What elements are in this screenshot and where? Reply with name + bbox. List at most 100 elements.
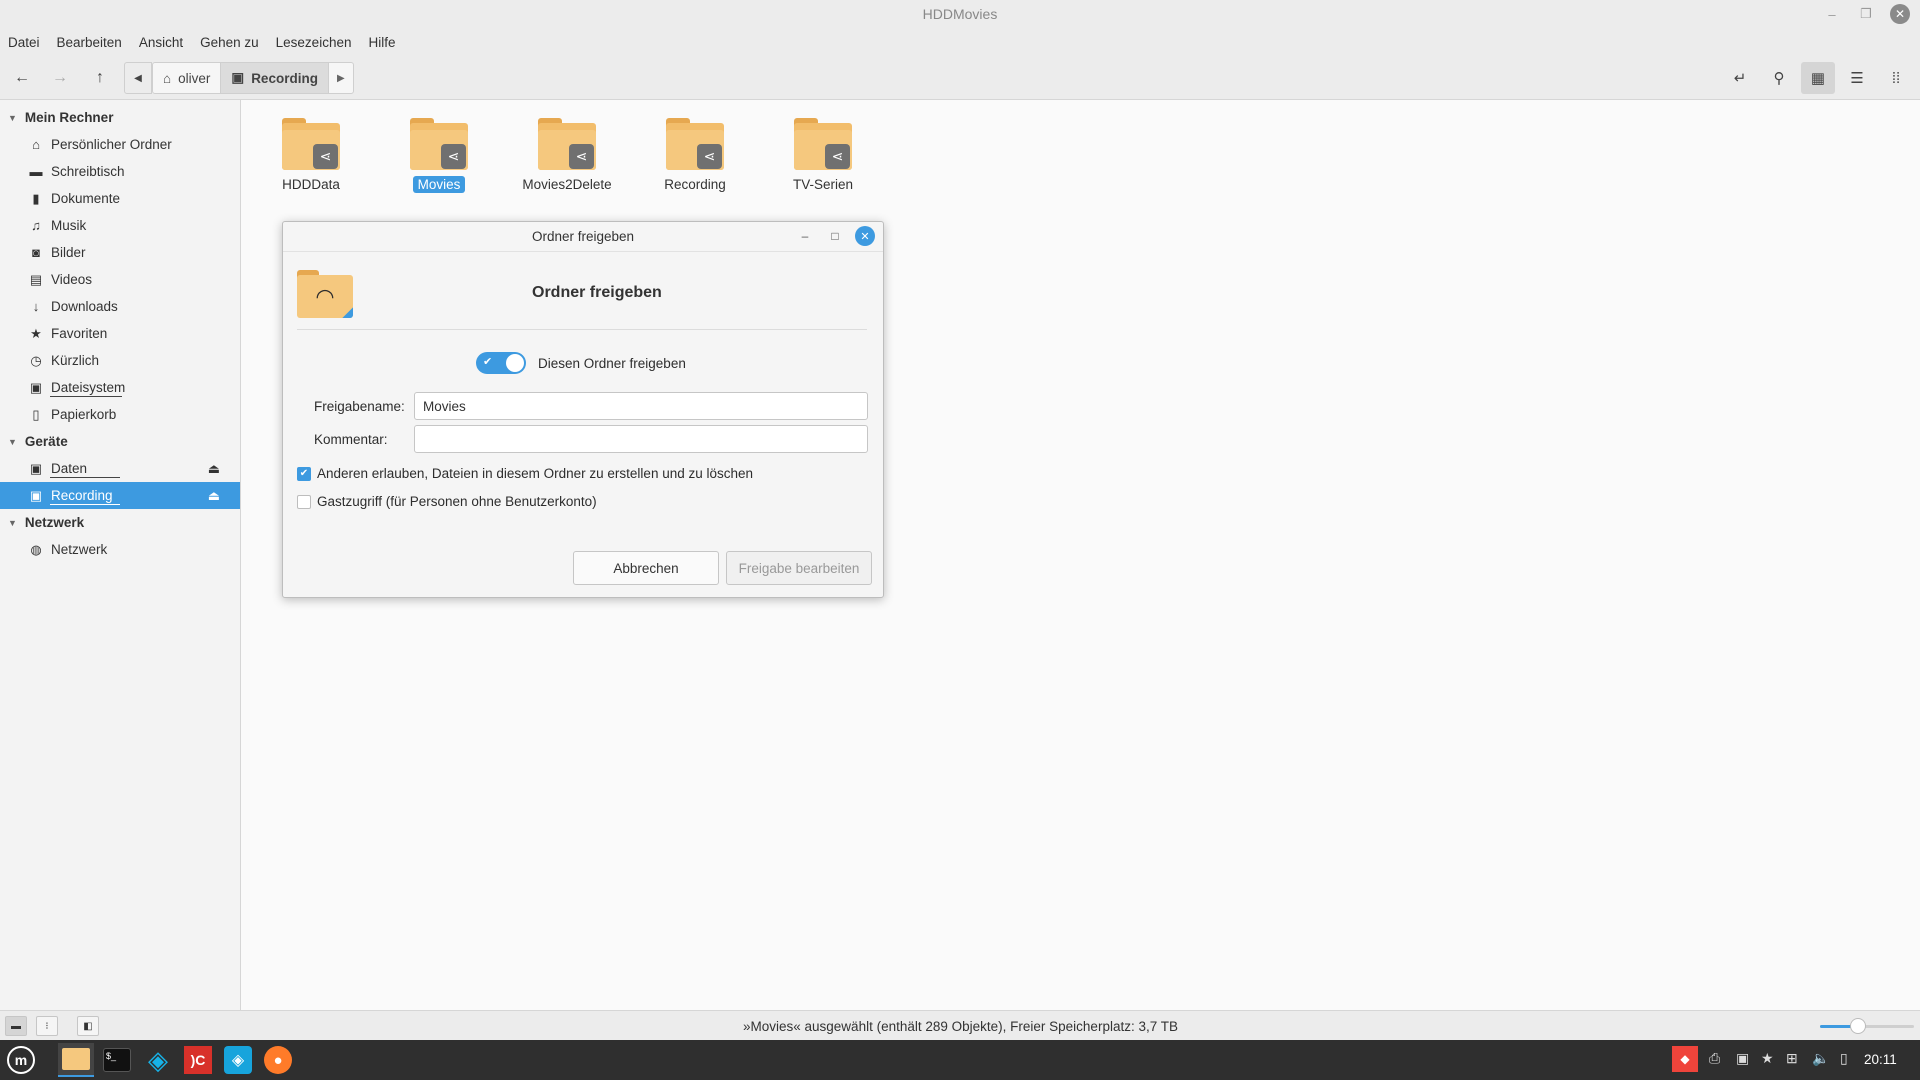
comment-input[interactable]	[414, 425, 868, 453]
zoom-handle[interactable]	[1849, 1018, 1866, 1034]
folder-icon: ⋖	[282, 118, 340, 170]
search-icon[interactable]: ⚲	[1762, 62, 1796, 94]
sidebar-item-home[interactable]: ⌂ Persönlicher Ordner	[0, 131, 240, 158]
maximize-icon[interactable]: ❐	[1856, 4, 1876, 24]
share-toggle-label: Diesen Ordner freigeben	[538, 355, 686, 371]
menu-hilfe[interactable]: Hilfe	[368, 35, 395, 50]
share-name-input[interactable]: Movies	[414, 392, 868, 420]
window-titlebar: HDDMovies – ❐ ✕	[0, 0, 1920, 28]
toolbar: ← → ↑ ◀ ⌂ oliver ▣ Recording ▶ ↵ ⚲ ▦ ☰ ⁞…	[0, 56, 1920, 100]
folder-item[interactable]: ⋖ TV-Serien	[768, 118, 878, 193]
expander-icon: ▼	[8, 112, 17, 123]
share-name-row: Freigabename: Movies	[314, 392, 868, 420]
sidebar-item-recent[interactable]: ◷ Kürzlich	[0, 347, 240, 374]
eject-icon[interactable]: ⏏	[208, 488, 220, 504]
allow-write-row: ✔ Anderen erlauben, Dateien in diesem Or…	[297, 466, 753, 481]
expander-icon: ▼	[8, 436, 17, 447]
places-icon[interactable]: ▬	[5, 1016, 27, 1036]
open-terminal-icon[interactable]: ↵	[1723, 62, 1757, 94]
breadcrumb-home[interactable]: ⌂ oliver	[153, 63, 222, 93]
breadcrumb-recording[interactable]: ▣ Recording	[221, 63, 329, 93]
allow-write-checkbox[interactable]: ✔	[297, 466, 311, 481]
folder-icon: ⋖	[538, 118, 596, 170]
share-toggle[interactable]: ✔	[476, 352, 526, 374]
folder-name: HDDData	[282, 177, 340, 192]
sidebar-item-daten[interactable]: ▣ Daten ⏏	[0, 455, 240, 482]
minimize-icon[interactable]: –	[1822, 4, 1842, 24]
list-view-icon[interactable]: ☰	[1840, 62, 1874, 94]
close-icon[interactable]: ✕	[855, 226, 875, 246]
up-icon[interactable]: ↑	[84, 64, 116, 92]
menu-gehen-zu[interactable]: Gehen zu	[200, 35, 259, 50]
dialog-titlebar: Ordner freigeben – □ ✕	[283, 222, 883, 252]
usage-bar	[50, 396, 122, 397]
battery-icon[interactable]: ▯	[1840, 1050, 1848, 1067]
firefox-app-icon[interactable]: ●	[260, 1043, 296, 1077]
drive-icon: ▣	[29, 487, 43, 503]
download-icon: ↓	[32, 299, 40, 314]
menubar: Datei Bearbeiten Ansicht Gehen zu Leseze…	[0, 28, 1920, 56]
clock[interactable]: 20:11	[1864, 1052, 1897, 1067]
path-next-icon[interactable]: ▶	[329, 63, 353, 93]
compact-view-icon[interactable]: ⁞⁞	[1879, 62, 1913, 94]
menu-lesezeichen[interactable]: Lesezeichen	[276, 35, 352, 50]
guest-access-row: Gastzugriff (für Personen ohne Benutzerk…	[297, 494, 597, 509]
sidebar-item-trash[interactable]: ▯ Papierkorb	[0, 401, 240, 428]
eject-icon[interactable]: ⏏	[208, 461, 220, 477]
menu-datei[interactable]: Datei	[8, 35, 40, 50]
mint-menu-icon[interactable]: m	[3, 1043, 39, 1077]
star-icon[interactable]: ★	[1761, 1050, 1774, 1067]
sidebar-item-documents[interactable]: ▮ Dokumente	[0, 185, 240, 212]
trash-icon: ▯	[32, 406, 40, 422]
display-icon[interactable]: ▣	[1736, 1050, 1749, 1067]
sidebar-item-videos[interactable]: ▤ Videos	[0, 266, 240, 293]
sidebar-item-recording[interactable]: ▣ Recording ⏏	[0, 482, 240, 509]
sidebar-toggle-icon[interactable]: ◧	[77, 1016, 99, 1036]
status-text: »Movies« ausgewählt (enthält 289 Objekte…	[743, 1019, 1178, 1034]
sidebar-item-favorites[interactable]: ★ Favoriten	[0, 320, 240, 347]
guest-access-label: Gastzugriff (für Personen ohne Benutzerk…	[317, 494, 597, 509]
path-prev-icon[interactable]: ◀	[124, 62, 152, 94]
folder-item[interactable]: ⋖ Movies	[384, 118, 494, 193]
zoom-slider[interactable]	[1820, 1018, 1914, 1034]
back-icon[interactable]: ←	[6, 64, 38, 92]
guest-access-checkbox[interactable]	[297, 494, 311, 509]
terminal-app-icon[interactable]: $_	[99, 1043, 135, 1077]
network-icon[interactable]: ⊞	[1786, 1050, 1798, 1067]
minimize-icon[interactable]: –	[795, 226, 815, 246]
files-app-icon[interactable]	[58, 1043, 94, 1077]
menu-bearbeiten[interactable]: Bearbeiten	[57, 35, 122, 50]
sidebar-item-desktop[interactable]: ▬ Schreibtisch	[0, 158, 240, 185]
close-icon[interactable]: ✕	[1890, 4, 1910, 24]
folder-name: Recording	[664, 177, 726, 192]
sidebar-section-geraete[interactable]: ▼ Geräte	[0, 428, 240, 455]
share-icon: ⋖	[825, 144, 850, 169]
sidebar-section-mein-rechner[interactable]: ▼ Mein Rechner	[0, 104, 240, 131]
kodi-blue-app-icon[interactable]: ◈	[220, 1043, 256, 1077]
sidebar-item-network[interactable]: ◍ Netzwerk	[0, 536, 240, 563]
sidebar-item-music[interactable]: ♫ Musik	[0, 212, 240, 239]
sidebar-section-netzwerk[interactable]: ▼ Netzwerk	[0, 509, 240, 536]
icon-view-icon[interactable]: ▦	[1801, 62, 1835, 94]
sidebar-item-downloads[interactable]: ↓ Downloads	[0, 293, 240, 320]
sidebar: ▼ Mein Rechner ⌂ Persönlicher Ordner ▬ Schr…	[0, 100, 241, 1010]
menu-ansicht[interactable]: Ansicht	[139, 35, 183, 50]
sidebar-item-pictures[interactable]: ◙ Bilder	[0, 239, 240, 266]
folder-item[interactable]: ⋖ Recording	[640, 118, 750, 193]
maximize-icon[interactable]: □	[825, 226, 845, 246]
sidebar-item-filesystem[interactable]: ▣ Dateisystem	[0, 374, 240, 401]
edit-share-button[interactable]: Freigabe bearbeiten	[726, 551, 872, 585]
cancel-button[interactable]: Abbrechen	[573, 551, 719, 585]
printer-icon[interactable]: ⎙	[1709, 1050, 1720, 1067]
volume-icon[interactable]: 🔈	[1812, 1050, 1829, 1067]
tree-icon[interactable]: ⁝	[36, 1016, 58, 1036]
share-dialog: Ordner freigeben – □ ✕ ◠ Ordner freigebe…	[282, 221, 884, 598]
kodi-app-icon[interactable]: ◈	[140, 1043, 176, 1077]
forward-icon[interactable]: →	[44, 64, 76, 92]
comment-label: Kommentar:	[314, 431, 388, 447]
folder-item[interactable]: ⋖ Movies2Delete	[512, 118, 622, 193]
folder-name: Movies2Delete	[522, 177, 612, 192]
anydesk-icon[interactable]: ◆	[1672, 1046, 1698, 1072]
mediathek-app-icon[interactable]: )C	[180, 1043, 216, 1077]
folder-item[interactable]: ⋖ HDDData	[256, 118, 366, 193]
